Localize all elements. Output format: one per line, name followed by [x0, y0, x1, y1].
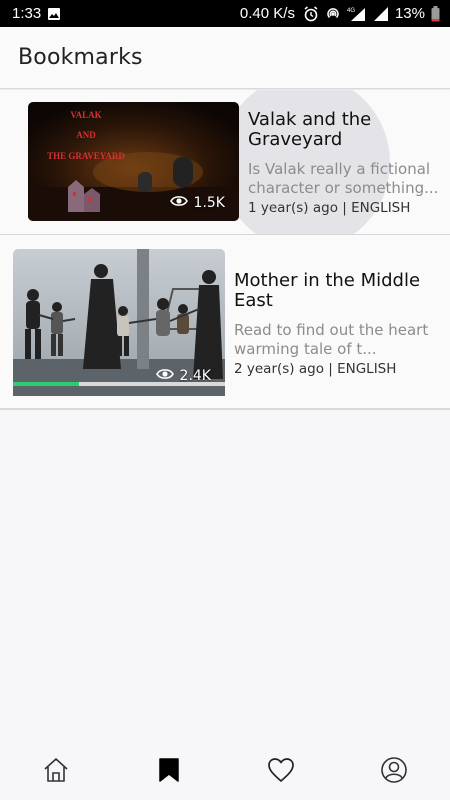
alarm-icon — [303, 5, 319, 22]
svg-text:THE GRAVEYARD: THE GRAVEYARD — [47, 151, 125, 161]
battery-percent: 13% — [394, 5, 425, 22]
reading-progress-fill — [13, 382, 79, 386]
profile-icon — [380, 757, 407, 783]
nav-favorites-button[interactable] — [256, 745, 306, 795]
page-title: Bookmarks — [18, 45, 143, 70]
story-description: Read to find out the heart warming tale … — [234, 321, 429, 358]
story-title[interactable]: Mother in the Middle East — [234, 271, 444, 311]
lte-signal-icon: 4G — [347, 6, 367, 22]
reading-progress-bar — [13, 382, 225, 386]
bookmark-icon — [159, 758, 179, 782]
app-header: Bookmarks — [0, 27, 450, 89]
battery-icon — [431, 5, 440, 22]
card-info: Valak and the Graveyard Is Valak really … — [248, 110, 448, 217]
story-thumbnail[interactable]: VALAK AND THE GRAVEYARD 1.5K — [28, 102, 239, 221]
story-meta: 2 year(s) ago | ENGLISH — [234, 361, 397, 377]
svg-text:AND: AND — [76, 130, 96, 140]
card-info: Mother in the Middle East Read to find o… — [234, 271, 444, 378]
bookmark-card[interactable]: VALAK AND THE GRAVEYARD 1.5K Valak and t… — [0, 90, 450, 235]
signal-icon — [373, 6, 389, 22]
network-type-label: 4G — [347, 8, 355, 14]
status-bar: 1:33 0.40 K/s 4G 13% — [0, 0, 450, 27]
home-icon — [44, 758, 68, 782]
story-title[interactable]: Valak and the Graveyard — [248, 110, 448, 150]
nav-bookmarks-button[interactable] — [144, 745, 194, 795]
bookmark-list: VALAK AND THE GRAVEYARD 1.5K Valak and t… — [0, 90, 450, 410]
svg-text:VALAK: VALAK — [70, 110, 101, 120]
hotspot-icon — [325, 6, 341, 22]
nav-home-button[interactable] — [31, 745, 81, 795]
nav-profile-button[interactable] — [369, 745, 419, 795]
eye-icon — [169, 195, 188, 211]
bottom-navigation — [0, 740, 450, 800]
heart-icon — [268, 758, 295, 782]
views-counter: 1.5K — [169, 195, 225, 211]
status-time: 1:33 — [12, 5, 42, 22]
story-thumbnail[interactable]: 2.4K — [13, 249, 225, 396]
story-meta: 1 year(s) ago | ENGLISH — [248, 200, 411, 216]
story-description: Is Valak really a fictional character or… — [248, 160, 439, 197]
bookmark-card[interactable]: 2.4K Mother in the Middle East Read to f… — [0, 235, 450, 410]
image-notification-icon — [47, 7, 61, 21]
views-count: 1.5K — [193, 195, 225, 211]
network-speed: 0.40 K/s — [239, 5, 295, 22]
